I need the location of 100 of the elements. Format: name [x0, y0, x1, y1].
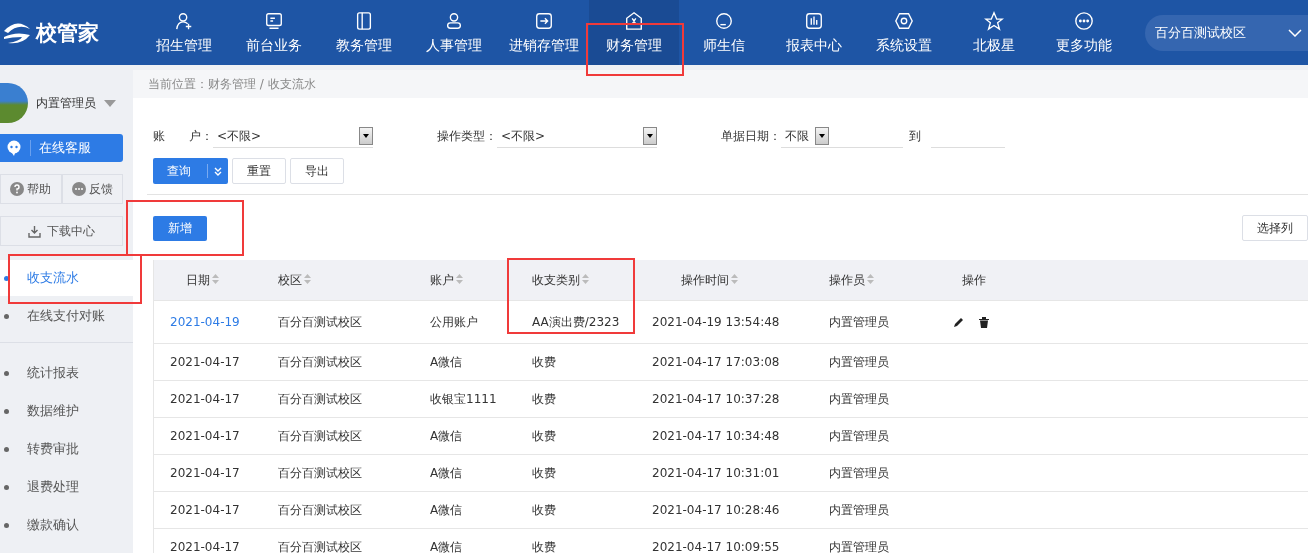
nav-tab[interactable]: 进销存管理	[499, 0, 589, 65]
date-link[interactable]: 2021-04-19	[170, 315, 240, 329]
table-cell: A微信	[430, 354, 463, 369]
dots-icon	[1074, 10, 1094, 31]
dropdown-icon	[643, 127, 657, 145]
breadcrumb: 当前位置：财务管理 / 收支流水	[148, 75, 316, 93]
book-icon	[354, 10, 374, 31]
nav-tab[interactable]: 教务管理	[319, 0, 409, 65]
column-header[interactable]: 日期	[186, 272, 219, 287]
nav-tab[interactable]: 北极星	[949, 0, 1039, 65]
column-header[interactable]: 账户	[430, 272, 463, 287]
table-cell: 2021-04-17	[170, 503, 240, 517]
table-cell-text: 收费	[532, 464, 557, 482]
export-button[interactable]: 导出	[290, 158, 344, 184]
nav-tab[interactable]: 系统设置	[859, 0, 949, 65]
sort-icon	[304, 273, 311, 284]
sidebar-item[interactable]: 缴款确认	[0, 507, 133, 543]
sort-icon	[456, 273, 463, 284]
person-plus-icon	[174, 10, 194, 31]
download-icon	[28, 224, 41, 238]
table-cell: 内置管理员	[829, 539, 889, 553]
sidebar-item[interactable]: 转费审批	[0, 431, 133, 467]
table-cell: 公用账户	[430, 314, 478, 329]
table-cell-text: AA演出费/2323	[532, 313, 621, 331]
table-cell: 百分百测试校区	[278, 539, 362, 553]
date-range-select[interactable]: 不限	[781, 125, 829, 148]
chat-icon	[6, 140, 22, 156]
nav-tab[interactable]: 人事管理	[409, 0, 499, 65]
table-cell: 内置管理员	[829, 314, 889, 329]
table-cell: 2021-04-19 13:54:48	[652, 315, 780, 329]
sort-icon	[212, 273, 219, 284]
table-cell: 百分百测试校区	[278, 314, 362, 329]
help-button[interactable]: 帮助	[0, 174, 62, 204]
table-cell: 2021-04-17	[170, 540, 240, 553]
table-cell: 内置管理员	[829, 428, 889, 443]
online-service-button[interactable]: 在线客服	[0, 134, 123, 162]
edit-icon[interactable]	[953, 316, 964, 328]
sidebar-item[interactable]: 统计报表	[0, 355, 133, 391]
table-cell: 2021-04-17 10:28:46	[652, 503, 780, 517]
table-cell: 内置管理员	[829, 502, 889, 517]
screen-icon	[264, 10, 284, 31]
trash-icon[interactable]	[979, 316, 989, 328]
nav-tab[interactable]: 师生信	[679, 0, 769, 65]
logo-text: 校管家	[36, 19, 99, 47]
table-cell: 内置管理员	[829, 354, 889, 369]
table-cell: A微信	[430, 539, 463, 553]
sidebar-item[interactable]: 退费处理	[0, 469, 133, 505]
dropdown-icon	[815, 127, 829, 145]
column-header[interactable]: 操作员	[829, 272, 874, 287]
reset-button[interactable]: 重置	[232, 158, 286, 184]
nav-tab[interactable]: 财务管理	[589, 0, 679, 65]
table-cell: 2021-04-17	[170, 466, 240, 480]
to-label: 到	[909, 128, 921, 145]
table-cell: 百分百测试校区	[278, 354, 362, 369]
nav-tab[interactable]: 前台业务	[229, 0, 319, 65]
sidebar-item[interactable]: 在线支付对账	[0, 298, 133, 334]
avatar-picture	[0, 83, 28, 123]
nav-tab[interactable]: 报表中心	[769, 0, 859, 65]
table-cell: 内置管理员	[829, 391, 889, 406]
date-label: 单据日期：	[721, 128, 781, 145]
campus-select[interactable]: 百分百测试校区	[1145, 14, 1308, 51]
table-cell: 2021-04-17	[170, 355, 240, 369]
query-button[interactable]: 查询	[153, 158, 228, 184]
choose-columns-button[interactable]: 选择列	[1242, 215, 1308, 241]
feedback-button[interactable]: 反馈	[61, 174, 123, 204]
add-button[interactable]: 新增	[153, 215, 207, 241]
column-header[interactable]: 收支类别	[532, 272, 589, 287]
table-cell: 2021-04-17	[170, 392, 240, 406]
table-cell: A微信	[430, 428, 463, 443]
double-chevron-icon	[214, 166, 222, 176]
house-icon	[624, 10, 644, 31]
hexagon-icon	[894, 10, 914, 31]
operation-type-select[interactable]: <不限>	[497, 125, 657, 148]
caret-icon	[104, 99, 116, 107]
dropdown-icon	[359, 127, 373, 145]
user-name[interactable]: 内置管理员	[36, 94, 96, 112]
sort-icon	[582, 273, 589, 284]
operation-type-label: 操作类型：	[437, 128, 497, 145]
sidebar-item[interactable]: 数据维护	[0, 393, 133, 429]
help-icon	[10, 182, 25, 196]
nav-tab[interactable]: 更多功能	[1039, 0, 1129, 65]
bubble-icon	[714, 10, 734, 31]
chat-icon	[71, 182, 86, 196]
column-header[interactable]: 校区	[278, 272, 311, 287]
chart-icon	[804, 10, 824, 31]
table-cell-text: 收费	[532, 353, 557, 371]
sidebar-item[interactable]: 收支流水	[0, 260, 133, 296]
download-center-button[interactable]: 下载中心	[0, 216, 123, 246]
column-header[interactable]: 操作时间	[681, 272, 738, 287]
table-cell: 百分百测试校区	[278, 391, 362, 406]
table-cell-text: 收费	[532, 390, 557, 408]
star-icon	[984, 10, 1004, 31]
chevron-down-icon	[1288, 28, 1302, 37]
table-cell: 2021-04-17 10:34:48	[652, 429, 780, 443]
sort-icon	[731, 273, 738, 284]
table-cell-text: 收费	[532, 501, 557, 519]
account-select[interactable]: <不限>	[213, 125, 373, 148]
table-cell-text: 收费	[532, 538, 557, 553]
nav-tab[interactable]: 招生管理	[139, 0, 229, 65]
table-cell: 2021-04-17 17:03:08	[652, 355, 780, 369]
